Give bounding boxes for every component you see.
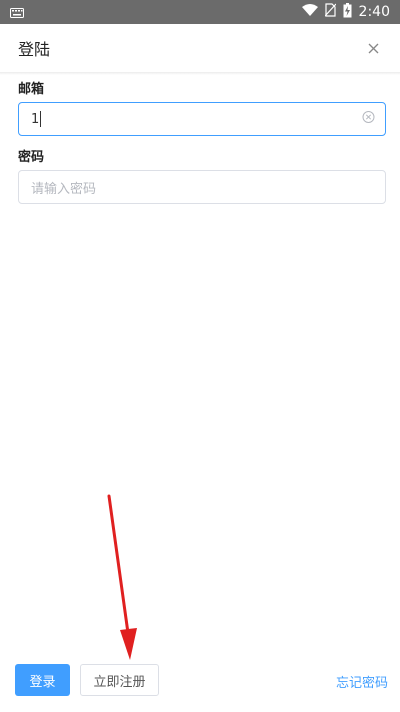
no-sim-icon bbox=[324, 3, 336, 21]
keyboard-icon bbox=[10, 3, 24, 22]
header-divider bbox=[0, 72, 400, 75]
status-bar: 2:40 bbox=[0, 0, 400, 24]
status-right: 2:40 bbox=[301, 2, 390, 22]
password-label: 密码 bbox=[18, 150, 45, 165]
clear-circle-icon[interactable] bbox=[362, 111, 375, 128]
email-label: 邮箱 bbox=[18, 82, 45, 97]
close-icon[interactable] bbox=[362, 37, 384, 59]
wifi-icon bbox=[301, 4, 318, 20]
forgot-password-link[interactable]: 忘记密码 bbox=[336, 672, 388, 691]
password-field[interactable]: 请输入密码 bbox=[18, 170, 386, 204]
status-time: 2:40 bbox=[358, 4, 390, 20]
page-title: 登陆 bbox=[18, 40, 51, 59]
password-placeholder: 请输入密码 bbox=[31, 181, 97, 197]
register-button[interactable]: 立即注册 bbox=[80, 664, 159, 696]
status-left bbox=[10, 3, 24, 22]
text-caret bbox=[40, 111, 42, 127]
email-value: 1 bbox=[31, 111, 40, 127]
login-button[interactable]: 登录 bbox=[15, 664, 70, 696]
battery-charging-icon bbox=[343, 2, 352, 22]
email-field[interactable]: 1 bbox=[18, 102, 386, 136]
dialog-header: 登陆 bbox=[0, 24, 400, 72]
